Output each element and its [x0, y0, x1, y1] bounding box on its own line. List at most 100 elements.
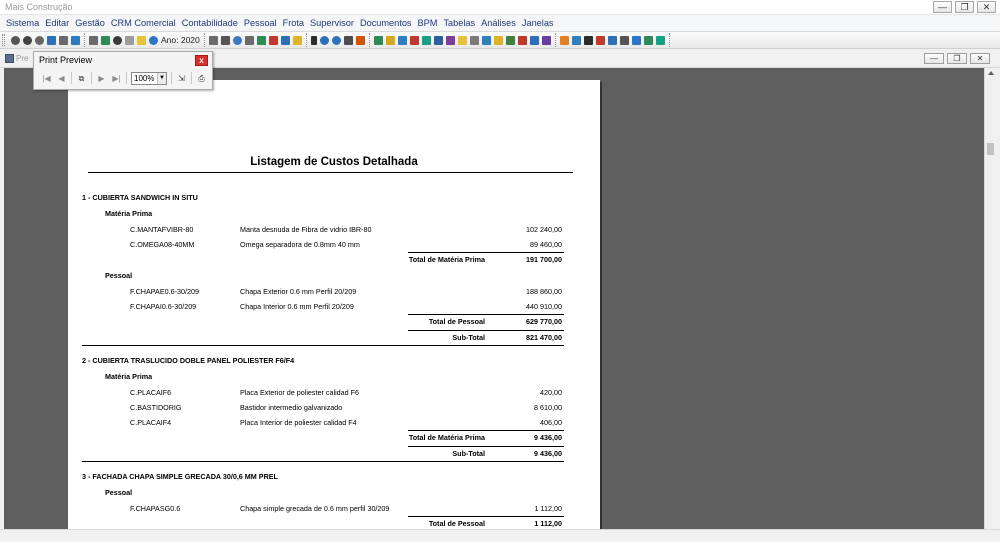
crane-icon[interactable] [583, 35, 593, 45]
scroll-thumb[interactable] [987, 143, 994, 155]
first-page-icon[interactable]: |◀ [41, 73, 52, 84]
chart-bar-icon[interactable] [256, 35, 266, 45]
year-label[interactable]: Ano: 2020 [161, 35, 200, 45]
scroll-up-icon[interactable] [988, 71, 994, 75]
list-icon[interactable] [208, 35, 218, 45]
close-button[interactable]: ✕ [977, 1, 996, 13]
transfer-icon[interactable] [343, 35, 353, 45]
user-icon[interactable] [232, 35, 242, 45]
dollar-icon[interactable] [310, 35, 317, 45]
menu-bpm[interactable]: BPM [415, 18, 441, 28]
menu-analises[interactable]: Análises [478, 18, 519, 28]
chevron-down-icon[interactable]: ▼ [157, 72, 166, 84]
export-icon[interactable]: ⇲ [176, 73, 187, 84]
grid-icon[interactable] [71, 35, 80, 45]
menu-tabelas[interactable]: Tabelas [440, 18, 478, 28]
download-icon[interactable] [517, 35, 527, 45]
supplier-icon[interactable] [331, 35, 341, 45]
group-total-value: 629 770,00 [526, 317, 562, 326]
item-code: C.OMEGA08-40MM [130, 240, 195, 249]
menu-pessoal[interactable]: Pessoal [241, 18, 280, 28]
edit-icon[interactable] [59, 35, 68, 45]
forward-icon[interactable] [35, 35, 44, 45]
doc-purple-icon[interactable] [445, 35, 455, 45]
menu-frota[interactable]: Frota [280, 18, 307, 28]
child-close-button[interactable]: ✕ [970, 53, 990, 64]
money-icon[interactable] [280, 35, 290, 45]
main-toolbar: Ano: 2020 [0, 32, 1000, 49]
pages-icon[interactable]: ⧉ [76, 73, 87, 84]
truck-icon[interactable] [244, 35, 254, 45]
child-restore-button[interactable]: ❐ [947, 53, 967, 64]
back-icon[interactable] [23, 35, 32, 45]
doc-red-icon[interactable] [409, 35, 419, 45]
menu-contabilidade[interactable]: Contabilidade [179, 18, 241, 28]
separator [91, 72, 92, 84]
notepad-icon[interactable] [619, 35, 629, 45]
sync-icon[interactable] [149, 35, 158, 45]
orange-icon[interactable] [559, 35, 569, 45]
zoom-select[interactable]: 100% ▼ [131, 71, 167, 85]
checklist-icon[interactable] [607, 35, 617, 45]
music-icon[interactable] [220, 35, 230, 45]
group-title: Pessoal [105, 271, 133, 280]
print-preview-close-button[interactable]: x [195, 55, 208, 66]
toolbar-group-modules [205, 33, 307, 47]
client-icon[interactable] [319, 35, 329, 45]
minimize-button[interactable]: — [933, 1, 952, 13]
spreadsheet-icon[interactable] [101, 35, 110, 45]
menu-supervisor[interactable]: Supervisor [307, 18, 357, 28]
doc-yellow-icon[interactable] [385, 35, 395, 45]
menu-crm-comercial[interactable]: CRM Comercial [108, 18, 179, 28]
table-icon[interactable] [469, 35, 479, 45]
menu-editar[interactable]: Editar [42, 18, 72, 28]
item-code: F.CHAPASG0.6 [130, 504, 181, 513]
folder-icon[interactable] [137, 35, 146, 45]
next-page-icon[interactable]: ▶ [96, 73, 107, 84]
item-value: 188 860,00 [526, 287, 562, 296]
menu-janelas[interactable]: Janelas [519, 18, 557, 28]
title-rule [88, 172, 573, 173]
subtotal-label: Sub-Total [452, 449, 485, 458]
team-icon[interactable] [643, 35, 653, 45]
toolbar-group-year: Ano: 2020 [85, 33, 205, 47]
stamp-icon[interactable] [505, 35, 515, 45]
menu-documentos[interactable]: Documentos [357, 18, 415, 28]
box-icon[interactable] [655, 35, 665, 45]
doc-teal-icon[interactable] [421, 35, 431, 45]
document-icon[interactable] [47, 35, 56, 45]
prev-page-icon[interactable]: ◀ [56, 73, 67, 84]
alert-icon[interactable] [595, 35, 605, 45]
report-icon[interactable] [89, 35, 98, 45]
print-preview-title: Print Preview [39, 55, 93, 65]
mdi-child-controls: — ❐ ✕ [924, 53, 990, 64]
doc-navy-icon[interactable] [433, 35, 443, 45]
note-icon[interactable] [457, 35, 467, 45]
last-page-icon[interactable]: ▶| [111, 73, 122, 84]
child-minimize-button[interactable]: — [924, 53, 944, 64]
toolbar-grip[interactable] [2, 34, 5, 46]
preview-area: Listagem de Custos Detalhada 1 - CUBIERT… [4, 68, 984, 529]
doc-green-icon[interactable] [373, 35, 383, 45]
menu-gestao[interactable]: Gestão [72, 18, 108, 28]
archive-icon[interactable] [292, 35, 302, 45]
page-icon[interactable] [125, 35, 134, 45]
menu-sistema[interactable]: Sistema [3, 18, 42, 28]
vertical-scrollbar[interactable] [984, 68, 996, 529]
window-icon[interactable] [481, 35, 491, 45]
book-icon[interactable] [631, 35, 641, 45]
refresh-icon[interactable] [11, 35, 20, 45]
tools-icon[interactable] [355, 35, 365, 45]
chart-icon[interactable] [113, 35, 122, 45]
mail-icon[interactable] [529, 35, 539, 45]
window-controls: — ❐ ✕ [933, 1, 996, 13]
group-total-value: 191 700,00 [526, 255, 562, 264]
edit-note-icon[interactable] [493, 35, 503, 45]
doc-blue-icon[interactable] [397, 35, 407, 45]
pen-icon[interactable] [541, 35, 551, 45]
print-icon[interactable]: ⎙ [196, 73, 207, 84]
people-icon[interactable] [571, 35, 581, 45]
restore-button[interactable]: ❐ [955, 1, 974, 13]
horizontal-scrollbar[interactable] [0, 529, 1000, 542]
calendar-icon[interactable] [268, 35, 278, 45]
